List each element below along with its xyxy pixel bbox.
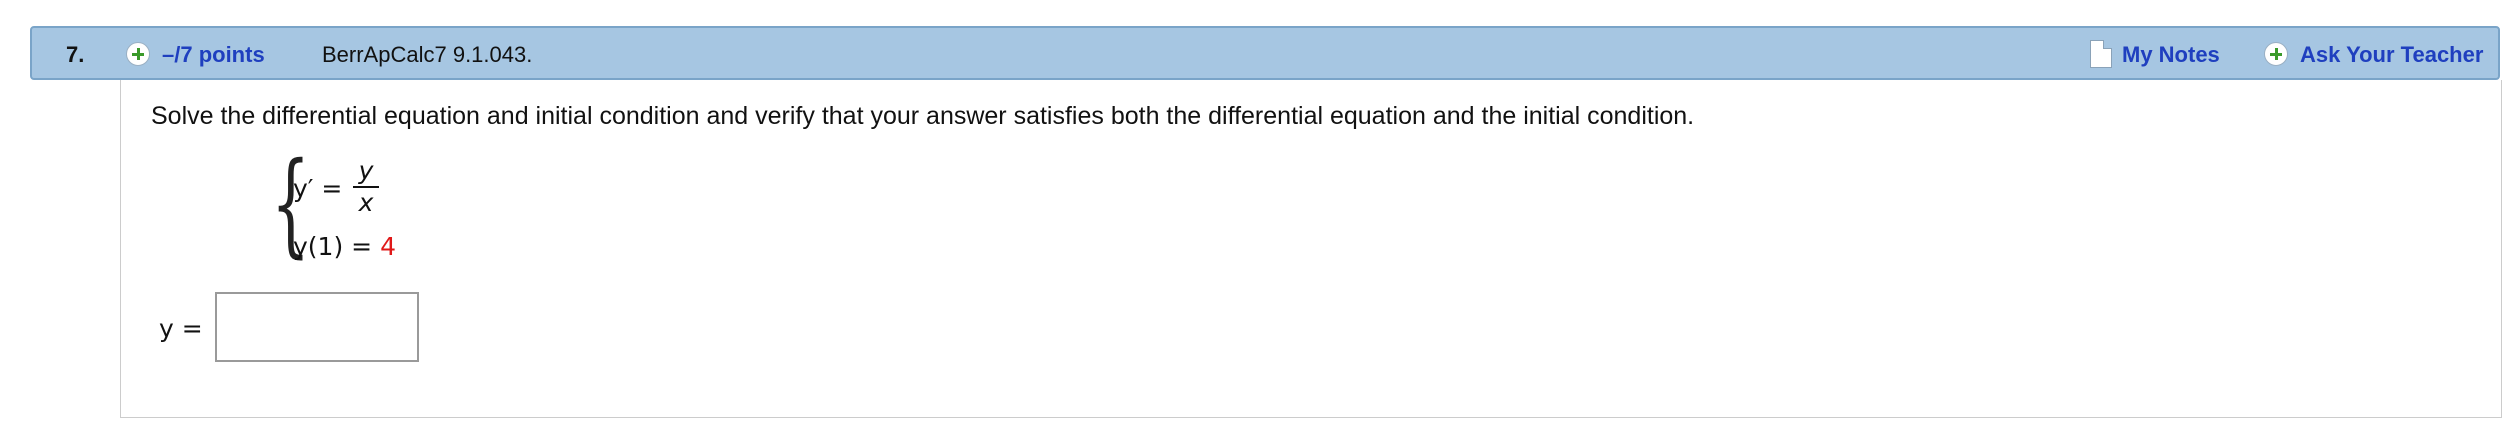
initial-condition-lhs: y(1) = (293, 232, 373, 261)
ask-teacher-plus-icon[interactable] (2264, 42, 2288, 66)
question-body: Solve the differential equation and init… (120, 80, 2502, 418)
question-prompt: Solve the differential equation and init… (151, 102, 1695, 130)
question-source-id: BerrApCalc7 9.1.043. (322, 42, 533, 67)
fraction-y-over-x: y x (353, 156, 379, 218)
question-header: 7. –/7 points BerrApCalc7 9.1.043. My No… (30, 26, 2500, 80)
expand-points-icon[interactable] (126, 42, 150, 66)
answer-label: y = (159, 314, 203, 343)
fraction-numerator: y (353, 156, 379, 188)
my-notes-link[interactable]: My Notes (2122, 42, 2220, 68)
differential-equation-lhs: y′ = (293, 174, 343, 203)
points-link[interactable]: –/7 points (162, 42, 265, 68)
ask-your-teacher-link[interactable]: Ask Your Teacher (2300, 42, 2483, 68)
initial-condition-value: 4 (380, 232, 396, 261)
answer-input[interactable] (215, 292, 419, 362)
question-number: 7. (66, 42, 85, 67)
notes-icon[interactable] (2090, 40, 2112, 68)
initial-condition: y(1) = 4 (293, 232, 396, 261)
fraction-denominator: x (358, 188, 374, 217)
